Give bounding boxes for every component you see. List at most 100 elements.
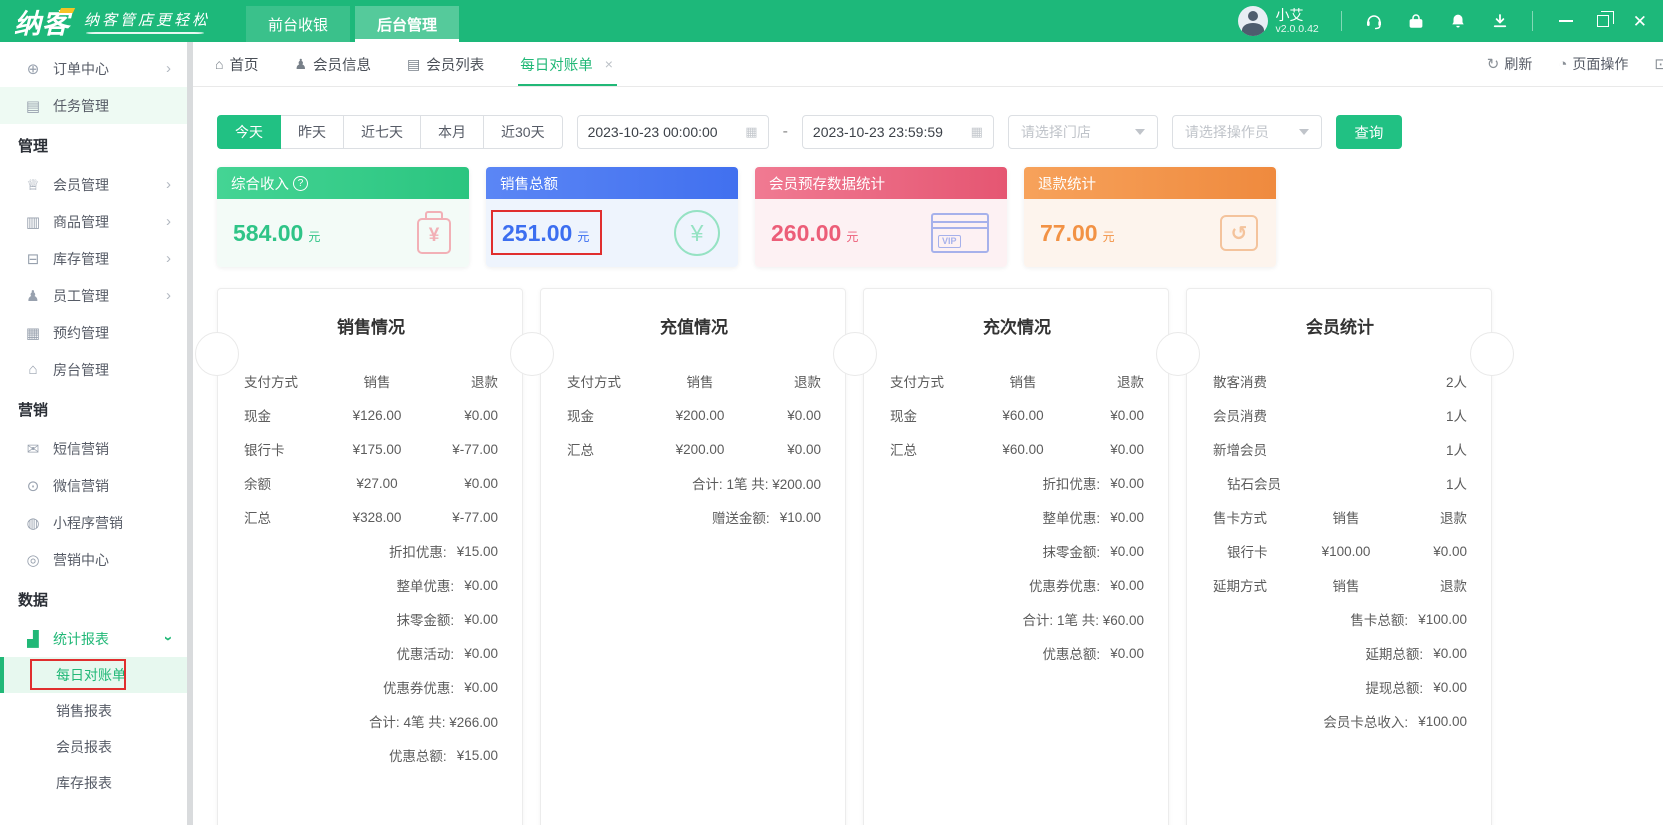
operator-select-placeholder: 请选择操作员 [1184, 124, 1269, 140]
goods-icon: ▥ [25, 213, 41, 231]
sidebar-subitem-库存报表[interactable]: 库存报表 [0, 765, 187, 801]
lock-icon[interactable] [1406, 11, 1426, 31]
sidebar-item-label: 小程序营销 [53, 514, 123, 531]
date-from-input[interactable]: 2023-10-23 00:00:00 ▦ [576, 115, 769, 149]
report-panels: 销售情况 支付方式 销售 退款 现金 ¥126.00 ¥0.00 银行卡 ¥175.00 ¥-77… [195, 288, 1514, 825]
summary-row: 延期总额: ¥0.00 [1213, 636, 1467, 670]
sidebar-item-统计报表[interactable]: ▟ 统计报表 › [0, 620, 187, 657]
staff-icon: ♟ [26, 287, 40, 305]
help-icon[interactable]: ? [293, 175, 308, 191]
summary-label: 折扣优惠: [1042, 477, 1101, 492]
card-lines [932, 221, 988, 229]
sidebar-item-微信营销[interactable]: ⊙ 微信营销 [0, 467, 187, 504]
cell: 延期方式 [1213, 579, 1267, 594]
sidebar-section-label: 管理 [18, 137, 49, 155]
page-ops-button[interactable]: ◔ 页面操作 [1558, 54, 1628, 74]
range-button-本月[interactable]: 本月 [421, 115, 484, 149]
cell: ¥175.00 [352, 441, 402, 457]
sidebar-item-订单中心[interactable]: ⊕ 订单中心 › [0, 50, 187, 87]
store-select[interactable]: 请选择门店 [1007, 115, 1158, 149]
chevron-right-icon: › [166, 176, 171, 193]
tab-daily-statement[interactable]: 每日对账单 × [518, 42, 617, 86]
stat-card-value: 251.00 [502, 219, 573, 246]
sidebar-subitem-label: 销售报表 [56, 703, 112, 719]
sidebar-subitem-会员报表[interactable]: 会员报表 [0, 729, 187, 765]
sidebar-subitem-每日对账单[interactable]: 每日对账单 [0, 657, 187, 693]
wechat-icon: ⊙ [26, 477, 40, 495]
panel-sales: 销售情况 支付方式 销售 退款 现金 ¥126.00 ¥0.00 银行卡 ¥175.00 ¥-77… [217, 288, 523, 825]
date-to-input[interactable]: 2023-10-23 23:59:59 ▦ [801, 115, 994, 149]
summary-label: 折扣优惠: [388, 545, 447, 560]
yen-circle-icon: ¥ [674, 210, 720, 256]
app-logo-text: 纳客 [14, 8, 70, 39]
range-button-近七天[interactable]: 近七天 [344, 115, 421, 149]
topnav-frontdesk-button[interactable]: 前台收银 [246, 6, 351, 42]
sidebar-subitem-销售报表[interactable]: 销售报表 [0, 693, 187, 729]
close-button[interactable]: ✕ [1633, 13, 1647, 30]
sidebar-item-房台管理[interactable]: ⌂ 房台管理 [0, 351, 187, 388]
summary-row: 赠送金额: ¥10.00 [567, 500, 821, 534]
sidebar-item-任务管理[interactable]: ▤ 任务管理 [0, 87, 187, 124]
stat-card-header: 退款统计 [1024, 167, 1276, 199]
summary-value: ¥0.00 [464, 645, 498, 661]
table-header-row: 售卡方式 销售 退款 [1213, 500, 1467, 534]
total-text: 合计: 1笔 共: ¥60.00 [1022, 613, 1144, 628]
stat-card-title: 综合收入 [231, 176, 289, 193]
sidebar-item-会员管理[interactable]: ♕ 会员管理 › [0, 166, 187, 203]
topnav-backstage-button[interactable]: 后台管理 [355, 6, 460, 42]
close-tab-icon[interactable]: × [605, 56, 613, 72]
tab-home[interactable]: ⌂ 首页 [215, 42, 258, 86]
sidebar-item-短信营销[interactable]: ✉ 短信营销 [0, 430, 187, 467]
summary-row: 优惠总额: ¥0.00 [890, 636, 1144, 670]
more-actions-icon[interactable]: ⊡ [1654, 55, 1663, 73]
tab-member-list[interactable]: ▤ 会员列表 [407, 42, 484, 86]
sidebar-item-营销中心[interactable]: ◎ 营销中心 [0, 541, 187, 578]
sidebar-item-小程序营销[interactable]: ◍ 小程序营销 [0, 504, 187, 541]
summary-value: ¥15.00 [456, 543, 498, 559]
bell-icon[interactable] [1448, 11, 1468, 31]
tab-member-info[interactable]: ♟ 会员信息 [294, 42, 371, 86]
stat-card-value-wrap: 260.00 元 [771, 220, 858, 247]
stat-card-value-wrap: 251.00 元 [491, 209, 603, 255]
cell: 现金 [890, 409, 917, 424]
stat-card-value: 260.00 [771, 219, 842, 246]
refresh-icon: ↻ [1486, 56, 1500, 73]
table-row: 银行卡 ¥100.00 ¥0.00 [1213, 534, 1467, 568]
divider [1531, 11, 1533, 31]
sidebar-item-label: 房台管理 [53, 361, 109, 378]
range-button-近30天[interactable]: 近30天 [484, 115, 563, 149]
refresh-button[interactable]: ↻ 刷新 [1487, 54, 1533, 74]
marketing-icon: ◎ [26, 551, 40, 569]
user-block[interactable]: 小艾 v2.0.0.42 [1237, 6, 1319, 36]
stat-card-unit: 元 [308, 229, 321, 244]
table-row: 汇总 ¥200.00 ¥0.00 [567, 432, 821, 466]
miniprogram-icon: ◍ [26, 514, 40, 532]
tab-label: 每日对账单 [520, 57, 593, 74]
panel-title: 充次情况 [983, 318, 1051, 337]
total-row: 合计: 1笔 共: ¥60.00 [890, 602, 1144, 636]
filter-bar: 今天 昨天 近七天 本月 近30天 2023-10-23 00:00:00 ▦ - 20… [217, 115, 1639, 149]
stat-card-unit: 元 [846, 229, 859, 244]
range-button-今天[interactable]: 今天 [217, 115, 281, 149]
stat-card-body: 260.00 元 VIP [755, 199, 1007, 267]
search-button[interactable]: 查询 [1335, 115, 1402, 149]
main-area: ⌂ 首页 ♟ 会员信息 ▤ 会员列表 每日对账单 × ↻ 刷新 ◔ 页面操作 ⊡ 今天 昨天 近七天 本月 近3… [193, 42, 1663, 825]
restore-button[interactable] [1596, 11, 1614, 27]
cell: 银行卡 [1227, 545, 1268, 560]
panel-notch [509, 332, 554, 376]
sidebar-item-商品管理[interactable]: ▥ 商品管理 › [0, 203, 187, 240]
summary-label: 延期总额: [1365, 647, 1424, 662]
date-to-value: 2023-10-23 23:59:59 [812, 124, 943, 140]
range-button-昨天[interactable]: 昨天 [281, 115, 344, 149]
download-icon[interactable] [1490, 11, 1510, 31]
operator-select[interactable]: 请选择操作员 [1171, 115, 1322, 149]
service-icon[interactable] [1364, 11, 1384, 31]
app-version: v2.0.0.42 [1275, 22, 1319, 35]
minimize-button[interactable] [1558, 20, 1573, 22]
sidebar-item-预约管理[interactable]: ▦ 预约管理 [0, 314, 187, 351]
sidebar-item-员工管理[interactable]: ♟ 员工管理 › [0, 277, 187, 314]
summary-label: 优惠活动: [396, 647, 455, 662]
topnav: 前台收银 后台管理 [246, 0, 460, 42]
stat-card-refund-total: 退款统计 77.00 元 ↺ [1024, 167, 1276, 267]
sidebar-item-库存管理[interactable]: ⊟ 库存管理 › [0, 240, 187, 277]
